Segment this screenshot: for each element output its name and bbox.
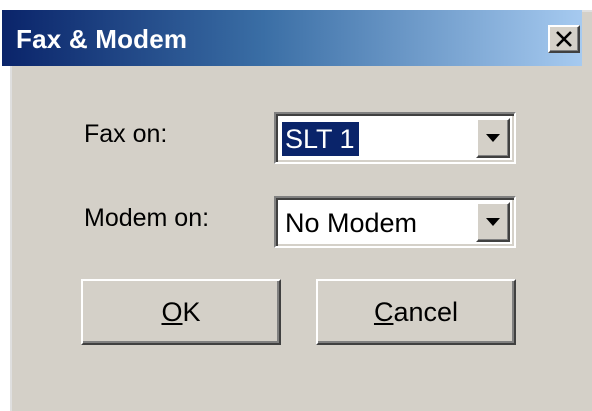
cancel-button[interactable]: Cancel (316, 279, 516, 345)
title-bar[interactable]: Fax & Modem (2, 10, 582, 66)
ok-label-rest: K (182, 296, 201, 327)
chevron-down-icon (486, 218, 500, 226)
close-button[interactable] (548, 25, 580, 53)
fax-on-dropdown[interactable]: SLT 1 (274, 112, 516, 164)
modem-on-label: Modem on: (84, 204, 210, 232)
fax-dropdown-button[interactable] (476, 118, 510, 158)
close-x-icon (556, 31, 572, 47)
window-title: Fax & Modem (16, 24, 188, 54)
fax-on-value: SLT 1 (282, 122, 359, 156)
fax-on-label: Fax on: (84, 120, 168, 148)
cancel-mnemonic: C (373, 296, 394, 327)
modem-on-value: No Modem (285, 208, 418, 238)
ok-button[interactable]: OK (81, 279, 281, 345)
modem-dropdown-button[interactable] (476, 202, 510, 242)
cancel-label-rest: ancel (393, 296, 459, 327)
ok-mnemonic: O (161, 296, 183, 327)
chevron-down-icon (486, 134, 500, 142)
modem-on-dropdown[interactable]: No Modem (274, 196, 516, 248)
